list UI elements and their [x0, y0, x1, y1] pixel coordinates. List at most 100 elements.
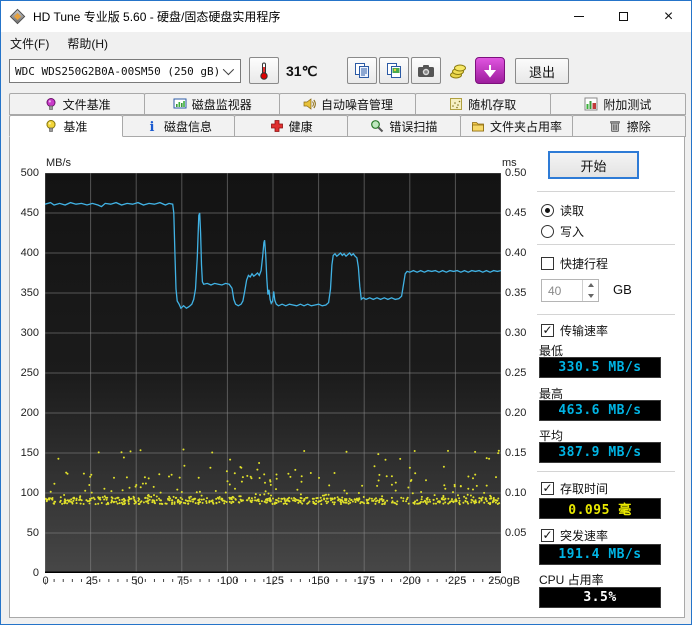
tab-label: 文件夹占用率	[490, 119, 563, 134]
y-right-tick: 0.45	[505, 207, 527, 219]
checkbox-icon	[541, 257, 554, 270]
info-icon: i	[150, 120, 155, 133]
tab-disk-info[interactable]: i 磁盘信息	[121, 115, 236, 137]
y-left-tick: 350	[20, 287, 39, 299]
y-left-tick: 0	[32, 567, 39, 579]
capacity-stepper[interactable]: 40	[541, 279, 599, 302]
tab-label: 随机存取	[468, 97, 517, 112]
access-time-checkbox[interactable]: ✓ 存取时间	[541, 480, 608, 497]
menu-help[interactable]: 帮助(H)	[58, 32, 117, 55]
trash-icon	[609, 121, 620, 132]
stepper-arrows[interactable]	[582, 280, 598, 301]
y-right-tick: 0.50	[505, 167, 527, 179]
thermometer-icon	[260, 62, 268, 80]
burst-rate-display: 191.4 MB/s	[539, 544, 661, 565]
donate-button[interactable]	[443, 57, 473, 84]
minimize-icon	[573, 16, 584, 17]
svg-text:i: i	[150, 120, 155, 133]
tab-random-access[interactable]: 随机存取	[414, 93, 551, 115]
transfer-rate-checkbox[interactable]: ✓ 传输速率	[541, 322, 608, 339]
y-right-tick: 0.15	[505, 447, 527, 459]
benchmark-chart	[45, 173, 501, 573]
copy-text-icon	[354, 63, 369, 78]
copy-image-button[interactable]	[379, 57, 409, 84]
y-left-tick: 100	[20, 487, 39, 499]
title-bar: HD Tune 专业版 5.60 - 硬盘/固态硬盘实用程序 ×	[1, 1, 691, 32]
access-time-label: 存取时间	[560, 482, 609, 496]
toolbar: WDC WDS250G2B0A-00SM50 (250 gB) 31℃ 退出	[1, 54, 691, 92]
write-radio[interactable]: 写入	[541, 223, 584, 240]
y-left-tick: 300	[20, 327, 39, 339]
burst-rate-checkbox[interactable]: ✓ 突发速率	[541, 527, 608, 544]
tab-file-benchmark[interactable]: 文件基准	[9, 93, 146, 115]
tab-disk-monitor[interactable]: 磁盘监视器	[144, 93, 281, 115]
magnifier-icon	[371, 120, 384, 133]
x-tick: 125	[265, 575, 285, 587]
tab-row-bottom: 基准 i 磁盘信息 健康 错误扫描 文件夹占用率 擦除	[9, 115, 687, 137]
coins-icon	[450, 64, 466, 78]
tab-error-scan[interactable]: 错误扫描	[347, 115, 461, 137]
x-tick: 200	[402, 575, 421, 587]
tab-extra-tests[interactable]: 附加测试	[549, 93, 687, 115]
separator	[537, 314, 675, 315]
tab-aam[interactable]: 自动噪音管理	[279, 93, 416, 115]
temperature-button[interactable]	[249, 57, 279, 84]
window-title: HD Tune 专业版 5.60 - 硬盘/固态硬盘实用程序	[33, 10, 281, 24]
tab-label: 文件基准	[62, 97, 111, 112]
health-cross-icon	[270, 120, 283, 132]
start-button[interactable]: 开始	[548, 151, 639, 179]
folder-icon	[472, 122, 484, 132]
tab-label: 健康	[288, 119, 313, 134]
y-left-tick: 200	[20, 407, 39, 419]
avg-value-display: 387.9 MB/s	[539, 442, 661, 463]
y-left-tick: 500	[20, 167, 39, 179]
y-right-tick: 0.25	[505, 367, 527, 379]
tab-label: 错误扫描	[389, 119, 438, 134]
copy-image-icon	[386, 63, 401, 78]
maximize-button[interactable]	[601, 1, 646, 32]
bulb-magenta-icon	[46, 98, 56, 110]
cpu-usage-display: 3.5%	[539, 587, 661, 608]
exit-button[interactable]: 退出	[515, 58, 569, 84]
y-right-tick: 0.30	[505, 327, 527, 339]
short-stroke-checkbox[interactable]: 快捷行程	[541, 255, 608, 272]
tab-erase[interactable]: 擦除	[572, 115, 687, 137]
x-tick: 75	[176, 575, 190, 587]
capacity-value: 40	[548, 284, 562, 298]
extra-chart-icon	[584, 97, 598, 111]
tab-health[interactable]: 健康	[234, 115, 349, 137]
y-right-tick: 0.40	[505, 247, 527, 259]
screenshot-button[interactable]	[411, 57, 441, 84]
tab-folder-usage[interactable]: 文件夹占用率	[459, 115, 574, 137]
radio-icon	[541, 204, 554, 217]
left-axis-unit: MB/s	[46, 157, 72, 169]
menu-file[interactable]: 文件(F)	[1, 32, 58, 55]
chevron-down-icon	[222, 63, 235, 76]
copy-text-button[interactable]	[347, 57, 377, 84]
x-tick: 50	[131, 575, 144, 587]
maximize-icon	[619, 12, 628, 21]
minimize-button[interactable]	[556, 1, 601, 32]
y-left-tick: 450	[20, 207, 39, 219]
tab-label: 磁盘监视器	[191, 97, 252, 112]
update-button[interactable]	[475, 57, 505, 84]
separator	[537, 191, 675, 192]
tab-label: 擦除	[626, 119, 651, 134]
speaker-icon	[303, 98, 316, 110]
burst-rate-label: 突发速率	[560, 529, 609, 543]
bulb-yellow-icon	[46, 120, 56, 132]
read-radio[interactable]: 读取	[541, 202, 584, 219]
x-tick: 150	[311, 575, 330, 587]
drive-select[interactable]: WDC WDS250G2B0A-00SM50 (250 gB)	[9, 59, 241, 83]
close-button[interactable]: ×	[646, 1, 691, 32]
step-up-icon	[587, 283, 594, 288]
min-value-display: 330.5 MB/s	[539, 357, 661, 378]
random-dots-icon	[450, 98, 463, 110]
drive-select-value: WDC WDS250G2B0A-00SM50 (250 gB)	[15, 64, 221, 78]
menu-bar: 文件(F) 帮助(H)	[1, 32, 691, 54]
tab-row-top: 文件基准 磁盘监视器 自动噪音管理 随机存取 附加测试	[9, 93, 687, 115]
x-tick: 175	[356, 575, 376, 587]
y-right-tick: 0.35	[505, 287, 527, 299]
tab-benchmark[interactable]: 基准	[9, 115, 123, 137]
tab-label: 磁盘信息	[164, 119, 213, 134]
